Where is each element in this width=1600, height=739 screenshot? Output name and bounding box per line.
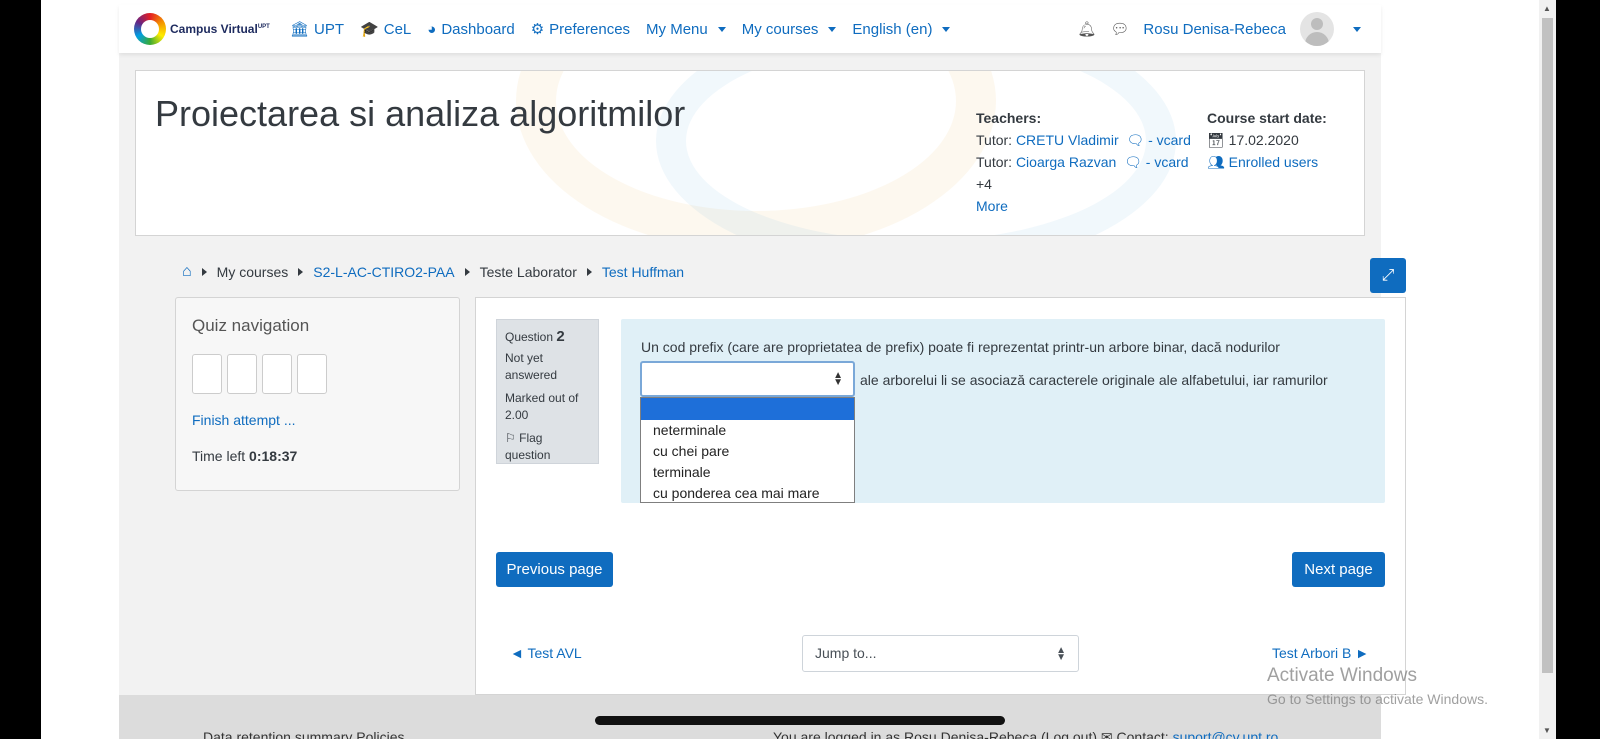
nav-dashboard[interactable]: ◕ Dashboard [427,21,514,38]
graduation-cap-icon: 🎓 [360,21,379,38]
course-start-block: Course start date: 📅︎ 17.02.2020 👥︎ Enro… [1207,107,1327,173]
tachometer-icon: ◕ [427,20,437,38]
jump-to-select[interactable]: Jump to... ▲ ▼ [802,635,1079,672]
dropdown-option[interactable]: cu ponderea cea mai mare [641,483,854,502]
campus-virtual-logo[interactable]: Campus VirtualUPT [134,13,274,45]
question-nav-button[interactable] [262,354,292,394]
tutor-2-link[interactable]: Cioarga Razvan [1016,154,1116,170]
support-email-link[interactable]: suport@cv.upt.ro [1173,729,1279,739]
breadcrumb-separator [298,268,304,276]
more-count: +4 [976,176,992,192]
expand-icon: ⤢ [1381,266,1395,284]
flag-question[interactable]: ⚐ Flag question [505,430,590,464]
chevron-down-icon [828,26,837,32]
user-menu-chevron-icon[interactable] [1353,26,1361,32]
question-mark: Marked out of 2.00 [505,391,579,422]
flag-icon: ⚐ [505,431,516,445]
start-date: 17.02.2020 [1228,132,1299,148]
breadcrumb: ⌂ My courses S2-L-AC-CTIRO2-PAA Teste La… [182,263,684,281]
finish-attempt-link[interactable]: Finish attempt ... [192,412,295,428]
question-status: Not yet answered [505,351,558,382]
vcard-2-link[interactable]: - vcard [1146,154,1189,170]
footer-links[interactable]: Data retention summary Policies [203,729,405,739]
dropdown-option[interactable]: terminale [641,462,854,483]
nav-language[interactable]: English (en) [852,21,951,38]
tutor-row-1: Tutor: CRETU Vladimir 🗨 - vcard [976,132,1191,148]
breadcrumb-quiz[interactable]: Test Huffman [602,264,684,280]
previous-activity-link[interactable]: ◄ Test AVL [510,645,582,661]
breadcrumb-separator [586,268,592,276]
time-left-value: 0:18:37 [249,448,298,464]
enrolled-users-link[interactable]: Enrolled users [1229,154,1319,170]
message-icon[interactable]: 🗨 [1124,154,1142,170]
nav-preferences[interactable]: ⚙ Preferences [530,20,630,39]
course-title: Proiectarea si analiza algoritmilor [155,93,686,134]
start-date-label: Course start date: [1207,110,1327,126]
tutor-1-link[interactable]: CRETU Vladimir [1016,132,1119,148]
message-icon[interactable]: 🗨 [1126,132,1144,148]
dropdown-option[interactable]: neterminale [641,420,854,441]
time-left: Time left 0:18:37 [192,448,298,464]
next-activity-link[interactable]: Test Arbori B ► [1272,645,1369,661]
select-arrows-icon: ▲ ▼ [1056,645,1066,663]
question-nav-button[interactable] [192,354,222,394]
nav-my-menu[interactable]: My Menu [646,21,726,38]
question-info: Question 2 Not yet answered Marked out o… [496,319,599,464]
dropdown-option-empty[interactable] [641,398,854,420]
question-text-part2: ale arborelui li se asociază caracterele… [860,372,1328,388]
nav-my-courses[interactable]: My courses [742,21,837,38]
dropdown-option[interactable]: cu chei pare [641,441,854,462]
chevron-down-icon [717,26,726,32]
page-scrollbar[interactable]: ▲ ▼ [1539,0,1556,739]
logo-mark-icon [134,13,166,45]
logo-text: Campus VirtualUPT [170,22,270,36]
home-indicator-bar [595,716,1005,725]
start-date-row: 📅︎ 17.02.2020 [1207,129,1327,151]
answer-select[interactable]: ▲ ▼ [640,361,855,397]
top-navbar: Campus VirtualUPT 🏛 UPT 🎓 CeL ◕ Dashboard ⚙… [119,5,1381,53]
enrolled-row: 👥︎ Enrolled users [1207,151,1327,173]
home-icon[interactable]: ⌂ [182,263,192,281]
cog-icon: ⚙ [530,21,545,38]
breadcrumb-course[interactable]: S2-L-AC-CTIRO2-PAA [313,264,454,280]
quiz-nav-title: Quiz navigation [192,316,310,335]
avatar[interactable] [1300,12,1334,46]
users-icon: 👥︎ [1207,154,1225,170]
fullscreen-button[interactable]: ⤢ [1370,258,1406,293]
university-icon: 🏛 [290,21,310,38]
scroll-down-icon[interactable]: ▼ [1543,726,1551,735]
question-nav-button[interactable] [297,354,327,394]
more-link[interactable]: More [976,198,1008,214]
next-page-button[interactable]: Next page [1292,552,1385,587]
breadcrumb-section: Teste Laborator [479,264,577,280]
breadcrumb-my-courses[interactable]: My courses [217,264,289,280]
teachers-label: Teachers: [976,110,1042,126]
question-content: Un cod prefix (care are proprietatea de … [621,319,1385,503]
breadcrumb-separator [201,268,207,276]
scrollbar-thumb[interactable] [1542,18,1553,673]
previous-page-button[interactable]: Previous page [496,552,613,587]
user-name[interactable]: Rosu Denisa-Rebeca [1143,21,1286,38]
bell-icon[interactable]: 🔔︎ [1077,20,1096,38]
footer-login-info: You are logged in as Rosu Denisa-Rebeca … [773,729,1278,739]
nav-upt[interactable]: 🏛 UPT [290,20,344,39]
calendar-icon: 📅︎ [1207,132,1225,148]
nav-cel[interactable]: 🎓 CeL [360,20,411,39]
teachers-block: Teachers: Tutor: CRETU Vladimir 🗨 - vcar… [976,107,1191,217]
scroll-up-icon[interactable]: ▲ [1543,4,1551,13]
breadcrumb-separator [464,268,470,276]
select-arrows-icon: ▲ ▼ [833,370,843,388]
answer-dropdown-list: neterminale cu chei pare terminale cu po… [640,397,855,503]
quiz-navigation-block: Quiz navigation Finish attempt ... Time … [175,297,460,491]
question-number: 2 [556,328,565,345]
course-header: Proiectarea si analiza algoritmilor Teac… [135,70,1365,236]
vcard-1-link[interactable]: - vcard [1148,132,1191,148]
question-text-part1: Un cod prefix (care are proprietatea de … [641,339,1280,355]
tutor-row-2: Tutor: Cioarga Razvan 🗨 - vcard [976,154,1189,170]
windows-activation-watermark: Activate Windows Go to Settings to activ… [1267,665,1488,707]
chat-icon[interactable]: 💬︎ [1110,20,1129,38]
question-nav-button[interactable] [227,354,257,394]
chevron-down-icon [942,26,951,32]
